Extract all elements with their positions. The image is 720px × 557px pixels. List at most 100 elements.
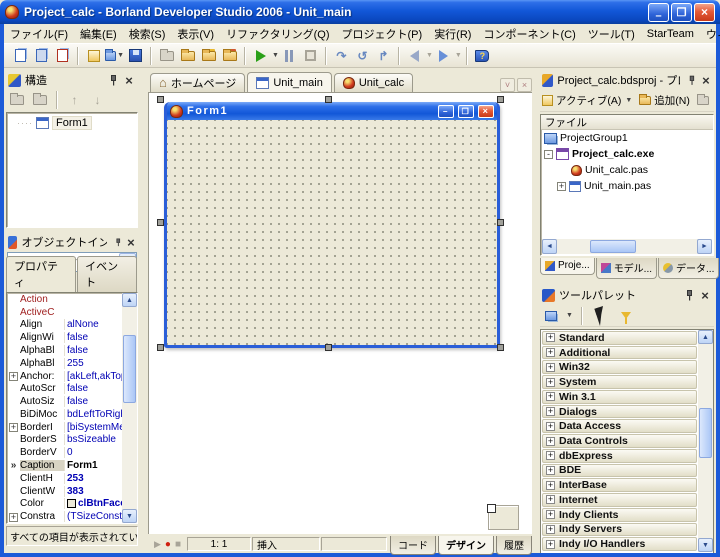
- scroll-up-icon[interactable]: ▲: [122, 293, 137, 307]
- expand-icon[interactable]: +: [546, 451, 555, 461]
- open-dropdown-icon[interactable]: ▼: [117, 52, 124, 59]
- expand-icon[interactable]: +: [557, 181, 566, 191]
- category-win31[interactable]: + Win 3.1: [542, 389, 697, 404]
- maximize-button[interactable]: ❐: [671, 2, 692, 22]
- tab-events[interactable]: イベント: [77, 256, 137, 292]
- property-row-borderstyle[interactable]: BorderS bsSizeable: [7, 434, 122, 447]
- expand-icon[interactable]: +: [546, 362, 555, 372]
- selection-cursor-icon[interactable]: [592, 305, 611, 326]
- scroll-left-icon[interactable]: ◄: [542, 239, 557, 254]
- move-up-icon[interactable]: ↑: [65, 92, 84, 109]
- inspector-scrollbar[interactable]: ▲ ▼: [122, 293, 137, 523]
- form-designer-canvas[interactable]: Form1 – ❐ ×: [148, 92, 532, 534]
- menu-edit[interactable]: 編集(E): [74, 24, 123, 44]
- category-indy-clients[interactable]: + Indy Clients: [542, 507, 697, 522]
- expand-icon[interactable]: +: [546, 333, 555, 343]
- tab-homepage[interactable]: ⌂ ホームページ: [150, 73, 246, 92]
- form-close-button[interactable]: ×: [478, 104, 494, 118]
- category-dbexpress[interactable]: + dbExpress: [542, 448, 697, 463]
- menu-search[interactable]: 検索(S): [123, 24, 172, 44]
- menu-tools[interactable]: ツール(T): [582, 24, 641, 44]
- property-row-anchors[interactable]: +Anchor:[akLeft,akTop]: [7, 370, 122, 383]
- tab-close-button[interactable]: ×: [517, 78, 532, 92]
- close-panel-icon[interactable]: ×: [698, 288, 712, 303]
- expand-icon[interactable]: +: [546, 348, 555, 358]
- tab-unit-main[interactable]: Unit_main: [247, 72, 332, 92]
- trace-into-icon[interactable]: ↷: [332, 47, 351, 64]
- pin-icon[interactable]: [685, 289, 694, 301]
- property-row-color[interactable]: Color clBtnFace: [7, 498, 122, 511]
- menu-view[interactable]: 表示(V): [171, 24, 220, 44]
- minimize-button[interactable]: –: [648, 2, 669, 22]
- pin-icon[interactable]: [115, 237, 122, 248]
- close-panel-icon[interactable]: ×: [122, 73, 136, 88]
- view-tab-design[interactable]: デザイン: [438, 536, 494, 555]
- structure-new-item-icon[interactable]: [7, 92, 26, 109]
- property-row-borderwidth[interactable]: BorderV 0: [7, 446, 122, 459]
- selection-handle-top-left[interactable]: [157, 96, 164, 103]
- category-indy-servers[interactable]: + Indy Servers: [542, 522, 697, 537]
- help-icon[interactable]: ?: [473, 47, 492, 64]
- expand-icon[interactable]: +: [546, 480, 555, 490]
- scrollbar-thumb[interactable]: [699, 408, 712, 458]
- step-over-icon[interactable]: ↺: [353, 47, 372, 64]
- tab-unit-calc[interactable]: Unit_calc: [333, 73, 414, 92]
- collapse-icon[interactable]: -: [544, 149, 553, 159]
- open-project-icon[interactable]: [178, 47, 197, 64]
- menu-window[interactable]: ウィンドウ(W): [700, 24, 720, 44]
- scroll-down-icon[interactable]: ▼: [698, 538, 713, 552]
- project-node-unit-main[interactable]: + Unit_main.pas: [541, 178, 713, 194]
- property-row-alignwithmargins[interactable]: AlignWi false: [7, 331, 122, 344]
- menu-file[interactable]: ファイル(F): [4, 24, 74, 44]
- designed-form-window[interactable]: Form1 – ❐ ×: [164, 102, 500, 348]
- open-file-icon[interactable]: ▼: [105, 47, 124, 64]
- designed-form-titlebar[interactable]: Form1 – ❐ ×: [167, 102, 497, 120]
- structure-delete-icon[interactable]: [30, 92, 49, 109]
- scrollbar-thumb[interactable]: [123, 335, 136, 403]
- forward-dropdown-icon[interactable]: ▼: [455, 52, 462, 59]
- add-file-button[interactable]: 追加(N): [637, 92, 692, 109]
- scroll-up-icon[interactable]: ▲: [698, 330, 713, 344]
- new-unit-icon[interactable]: [32, 47, 51, 64]
- macro-play-icon[interactable]: ▶: [154, 539, 161, 550]
- add-to-project-icon[interactable]: [199, 47, 218, 64]
- form-minimize-button[interactable]: –: [438, 104, 454, 118]
- activate-project-button[interactable]: アクティブ(A) ▼: [540, 92, 634, 109]
- scrollbar-thumb[interactable]: [590, 240, 636, 253]
- selection-handle-middle-left[interactable]: [157, 219, 164, 226]
- expand-icon[interactable]: +: [546, 510, 555, 520]
- expand-icon[interactable]: +: [546, 539, 555, 549]
- property-row-bordericons[interactable]: +BorderI[biSystemMenu,biM: [7, 421, 122, 434]
- run-icon[interactable]: [251, 47, 270, 64]
- selection-handle-bottom-right[interactable]: [497, 344, 504, 351]
- project-node-unit-calc[interactable]: Unit_calc.pas: [541, 162, 713, 178]
- property-row-bidimode[interactable]: BiDiMocbdLeftToRight: [7, 408, 122, 421]
- remove-from-project-icon[interactable]: [220, 47, 239, 64]
- category-standard[interactable]: + Standard: [542, 331, 697, 345]
- chevron-down-icon[interactable]: ▼: [566, 312, 573, 319]
- view-tab-history[interactable]: 履歴: [496, 536, 532, 555]
- category-system[interactable]: + System: [542, 375, 697, 389]
- component-tray-box[interactable]: [487, 504, 519, 530]
- menu-refactor[interactable]: リファクタリング(Q): [220, 24, 335, 44]
- project-node-exe[interactable]: - Project_calc.exe: [541, 146, 713, 162]
- expand-icon[interactable]: +: [546, 495, 555, 505]
- property-row-autoscroll[interactable]: AutoScr false: [7, 382, 122, 395]
- new-form-icon[interactable]: [11, 47, 30, 64]
- menu-component[interactable]: コンポーネント(C): [477, 24, 581, 44]
- expand-icon[interactable]: +: [546, 465, 555, 475]
- run-dropdown-icon[interactable]: ▼: [272, 52, 279, 59]
- macro-record-icon[interactable]: ●: [165, 539, 171, 550]
- tab-data-explorer[interactable]: データ...: [658, 258, 720, 279]
- property-row-align[interactable]: Align alNone: [7, 319, 122, 332]
- menu-project[interactable]: プロジェクト(P): [336, 24, 429, 44]
- pause-icon[interactable]: [280, 47, 299, 64]
- remove-file-button[interactable]: [695, 94, 711, 106]
- tab-project-manager[interactable]: Proje...: [540, 258, 595, 275]
- expand-icon[interactable]: +: [546, 524, 555, 534]
- tab-model-view[interactable]: モデル...: [595, 258, 658, 279]
- new-item-icon[interactable]: [84, 47, 103, 64]
- back-dropdown-icon[interactable]: ▼: [426, 52, 433, 59]
- move-down-icon[interactable]: ↓: [88, 92, 107, 109]
- titlebar[interactable]: Project_calc - Borland Developer Studio …: [0, 0, 720, 24]
